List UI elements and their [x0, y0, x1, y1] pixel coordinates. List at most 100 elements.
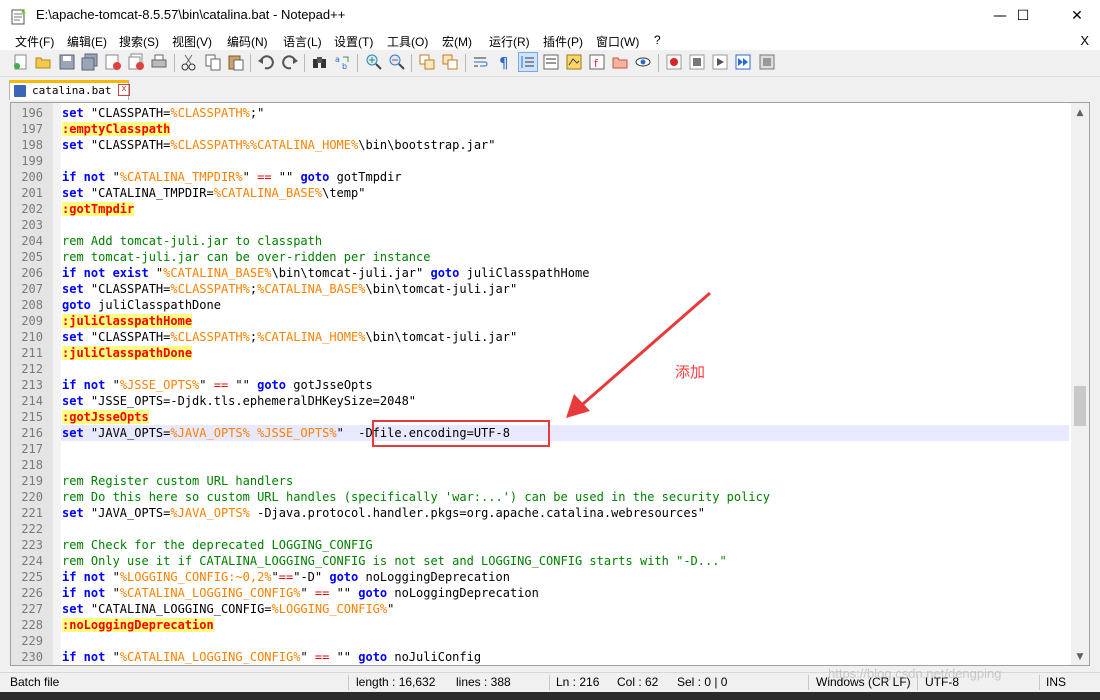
- window-title: E:\apache-tomcat-8.5.57\bin\catalina.bat…: [36, 7, 346, 22]
- title-bar: E:\apache-tomcat-8.5.57\bin\catalina.bat…: [0, 0, 1100, 32]
- line-number: 201: [21, 186, 43, 200]
- close-icon[interactable]: [104, 53, 122, 71]
- open-file-icon[interactable]: [34, 53, 52, 71]
- redo-icon[interactable]: [281, 53, 299, 71]
- code-editor[interactable]: 196 197 198 199 200 201 202 203 204 205 206 207 208 2…: [10, 102, 1090, 666]
- word-wrap-icon[interactable]: [472, 53, 490, 71]
- line-number: 200: [21, 170, 43, 184]
- line-number: 209: [21, 314, 43, 328]
- line-number: 230: [21, 650, 43, 664]
- tab-close-icon[interactable]: x: [118, 84, 130, 96]
- paste-icon[interactable]: [227, 53, 245, 71]
- line-number: 207: [21, 282, 43, 296]
- stop-macro-icon[interactable]: [688, 53, 706, 71]
- close-all-icon[interactable]: [127, 53, 145, 71]
- record-macro-icon[interactable]: [665, 53, 683, 71]
- line-number: 225: [21, 570, 43, 584]
- undo-icon[interactable]: [257, 53, 275, 71]
- zoom-out-icon[interactable]: [388, 53, 406, 71]
- save-icon[interactable]: [58, 53, 76, 71]
- tab-catalina-bat[interactable]: catalina.bat x: [9, 80, 130, 100]
- menu-plugins[interactable]: 插件(P): [543, 33, 583, 50]
- menu-encoding[interactable]: 编码(N): [227, 33, 268, 50]
- toolbar-separator: [658, 54, 659, 72]
- menu-run[interactable]: 运行(R): [489, 33, 530, 50]
- code-line: if not "%LOGGING_CONFIG:~0,2%"=="-D" got…: [62, 570, 510, 584]
- sync-vertical-icon[interactable]: [418, 53, 436, 71]
- menu-language[interactable]: 语言(L): [283, 33, 322, 50]
- status-insert-mode: INS: [1046, 675, 1067, 689]
- menu-window[interactable]: 窗口(W): [596, 33, 639, 50]
- code-line: if not "%CATALINA_LOGGING_CONFIG%" == ""…: [62, 650, 482, 664]
- line-number: 205: [21, 250, 43, 264]
- code-line: if not "%CATALINA_TMPDIR%" == "" goto go…: [62, 170, 402, 184]
- status-lines: lines : 388: [456, 675, 511, 689]
- menu-file[interactable]: 文件(F): [15, 33, 54, 50]
- annotation-arrow-icon: [566, 291, 711, 418]
- code-line: rem Only use it if CATALINA_LOGGING_CONF…: [62, 554, 727, 568]
- line-number: 226: [21, 586, 43, 600]
- line-number: 224: [21, 554, 43, 568]
- code-line: set "CLASSPATH=%CLASSPATH%%CATALINA_HOME…: [62, 138, 496, 152]
- copy-icon[interactable]: [204, 53, 222, 71]
- code-line: :gotTmpdir: [62, 202, 135, 216]
- save-all-icon[interactable]: [81, 53, 99, 71]
- code-line: rem Check for the deprecated LOGGING_CON…: [62, 538, 373, 552]
- show-all-characters-icon[interactable]: ¶: [495, 53, 513, 71]
- line-number: 227: [21, 602, 43, 616]
- code-line: set "JSSE_OPTS=-Djdk.tls.ephemeralDHKeyS…: [62, 394, 417, 408]
- menu-settings[interactable]: 设置(T): [334, 33, 373, 50]
- menu-help[interactable]: ?: [654, 33, 661, 47]
- scroll-down-icon[interactable]: ▼: [1071, 649, 1089, 665]
- fold-margin: [53, 103, 61, 665]
- sync-horizontal-icon[interactable]: [441, 53, 459, 71]
- play-macro-icon[interactable]: [711, 53, 729, 71]
- toolbar-separator: [465, 54, 466, 72]
- close-document-button[interactable]: X: [1080, 33, 1089, 48]
- scrollbar-thumb[interactable]: [1074, 386, 1086, 426]
- vertical-scrollbar[interactable]: ▲ ▼: [1071, 103, 1089, 665]
- find-icon[interactable]: [311, 53, 329, 71]
- language-icon[interactable]: [542, 53, 560, 71]
- folder-workspace-icon[interactable]: [611, 53, 629, 71]
- function-list-icon[interactable]: f: [588, 53, 606, 71]
- svg-text:¶: ¶: [499, 54, 509, 71]
- saved-file-icon: [14, 85, 26, 97]
- status-separator: [549, 675, 550, 690]
- code-line: rem Register custom URL handlers: [62, 474, 294, 488]
- menu-edit[interactable]: 编辑(E): [67, 33, 107, 50]
- tab-bar: catalina.bat x: [0, 77, 1100, 101]
- save-macro-icon[interactable]: [758, 53, 776, 71]
- highlight-box: [372, 420, 550, 447]
- svg-text:b: b: [342, 62, 347, 71]
- close-window-button[interactable]: ✕: [1054, 0, 1100, 32]
- monitoring-icon[interactable]: [634, 53, 652, 71]
- menu-tools[interactable]: 工具(O): [387, 33, 428, 50]
- maximize-button[interactable]: ☐: [1000, 0, 1046, 32]
- line-number: 228: [21, 618, 43, 632]
- run-macro-multiple-icon[interactable]: [734, 53, 752, 71]
- line-number: 216: [21, 426, 43, 440]
- status-separator: [348, 675, 349, 690]
- code-line: :juliClasspathDone: [62, 346, 193, 360]
- status-line: Ln : 216: [556, 675, 600, 689]
- print-icon[interactable]: [150, 53, 168, 71]
- line-number: 222: [21, 522, 43, 536]
- toolbar-separator: [357, 54, 358, 72]
- document-map-icon[interactable]: [565, 53, 583, 71]
- indent-guide-icon[interactable]: [518, 52, 538, 72]
- toolbar: ab ¶ f: [0, 50, 1100, 77]
- menu-macro[interactable]: 宏(M): [442, 33, 472, 50]
- code-line: if not "%CATALINA_LOGGING_CONFIG%" == ""…: [62, 586, 539, 600]
- replace-icon[interactable]: ab: [334, 53, 352, 71]
- cut-icon[interactable]: [180, 53, 198, 71]
- toolbar-separator: [174, 54, 175, 72]
- scroll-up-icon[interactable]: ▲: [1071, 105, 1089, 121]
- zoom-in-icon[interactable]: [365, 53, 383, 71]
- new-file-icon[interactable]: [12, 53, 30, 71]
- code-line: set "CATALINA_LOGGING_CONFIG=%LOGGING_CO…: [62, 602, 395, 616]
- menu-search[interactable]: 搜索(S): [119, 33, 159, 50]
- svg-text:a: a: [335, 55, 340, 64]
- menu-view[interactable]: 视图(V): [172, 33, 212, 50]
- code-line: if not exist "%CATALINA_BASE%\bin\tomcat…: [62, 266, 590, 280]
